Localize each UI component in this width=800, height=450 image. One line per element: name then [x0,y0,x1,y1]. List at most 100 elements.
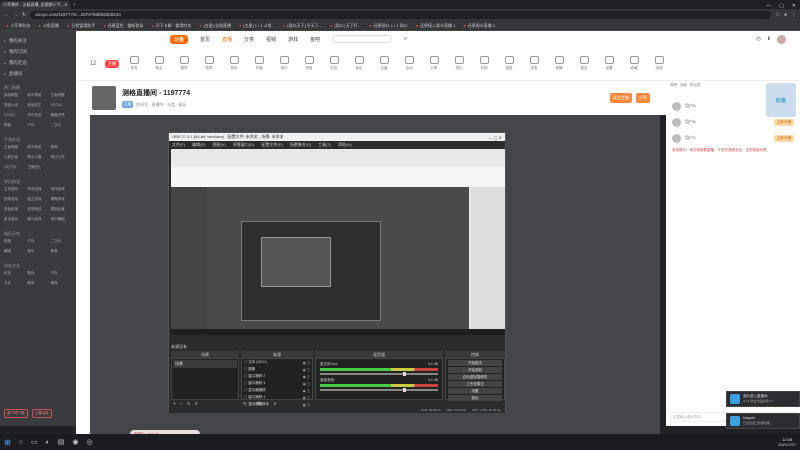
eye-icon[interactable]: ◉ ▢ [303,403,310,407]
sidebar-link[interactable]: 第五人格 [27,155,48,163]
nav-item[interactable]: 视频 [266,36,276,43]
nav-item[interactable]: 直播 [222,36,232,43]
toolbar-tool[interactable]: 鱼丸 [149,56,169,71]
sidebar-link[interactable]: 户外 [27,239,48,247]
status-badge[interactable]: 开播 [105,59,119,68]
obs-menu-item[interactable]: 视图(V) [212,142,225,148]
sidebar-link[interactable]: 汽车 [51,271,72,279]
sidebar-link[interactable]: 策略游戏 [51,197,72,205]
scene-item[interactable]: 场景 [173,360,237,368]
forward-icon[interactable]: → [13,12,18,18]
sidebar-link[interactable]: 和平精英 [27,145,48,153]
bookmark-item[interactable]: [五星] 1 / 1 斗鱼... [239,23,275,29]
new-tab-button[interactable]: + [70,1,80,9]
toolbar-tool[interactable]: 活动 [399,56,419,71]
eye-icon[interactable]: ◉ ▢ [303,382,310,386]
sidebar-link[interactable]: 模拟经营 [51,207,72,215]
sidebar-item[interactable]: 直播间 [4,68,72,79]
toolbar-tool[interactable]: 签到 [224,56,244,71]
avatar[interactable] [672,101,681,111]
explorer-icon[interactable]: ▤ [58,438,65,446]
sidebar-link[interactable]: 穿越火线 [4,103,25,111]
room-action-button[interactable]: 关注主播 [610,93,632,103]
rank-action-button[interactable]: 立即开通 [774,118,794,126]
sidebar-link[interactable]: 王者荣耀 [4,145,25,153]
nav-item[interactable]: 首页 [200,36,210,43]
rank-tab[interactable]: 粉丝团 [690,83,701,88]
obs-menu-item[interactable]: 场景集合(S) [290,142,311,148]
obs-preview[interactable] [171,149,505,329]
notification-toast[interactable]: Magnet 已激活窗口管理功能 [726,413,800,429]
search-input[interactable] [332,35,393,43]
history-icon[interactable]: ◷ [756,36,760,42]
bookmark-item[interactable]: 还原观众直播 1 [463,23,495,29]
sidebar-link[interactable]: 体育竞技 [27,207,48,215]
toolbar-tool[interactable]: 排行 [274,56,294,71]
obs-control-button[interactable]: 工作室模式 [448,381,502,387]
sidebar-link[interactable]: 二次元 [51,123,72,131]
bookmark-item[interactable]: 开下卡解 · 看得的东 [151,23,192,29]
sidebar-link[interactable]: 原神 [51,145,72,153]
remove-icon[interactable]: − [250,401,253,408]
sidebar-link[interactable]: 颜值 [4,239,25,247]
gear-icon[interactable]: ⚙ [257,401,261,408]
sidebar-link[interactable]: 音乐舞蹈 [51,217,72,225]
toolbar-tool[interactable]: 开播 [249,56,269,71]
nav-item[interactable]: 游戏 [288,36,298,43]
source-item[interactable]: 窗口捕获 4 ◉ ▢ [242,394,312,401]
toolbar-tool[interactable]: 竞猜 [549,56,569,71]
sidebar-link[interactable]: DOTA2 [51,103,72,111]
sidebar-link[interactable]: 户外 [27,123,48,131]
bookmark-item[interactable]: 还原接入观众直播 1 [416,23,455,29]
sidebar-link[interactable]: 绝地求生 [27,103,48,111]
rank-tab[interactable]: 贡献 [680,83,687,88]
toolbar-tool[interactable]: 主播 [374,56,394,71]
ad-banner[interactable]: 红鱼 [766,83,796,117]
close-icon[interactable]: ✕ [64,2,67,8]
source-item[interactable]: 文本 (GDI+) ◉ ▢ [242,359,312,366]
obs-window-controls[interactable]: — ▢ ✕ [489,135,502,140]
sidebar-link[interactable]: 和平精英 [27,93,48,101]
toolbar-tool[interactable]: 贵族 [299,56,319,71]
edge-icon[interactable]: ◐ [46,439,50,446]
toolbar-tool[interactable]: 粉丝 [349,56,369,71]
obs-icon[interactable]: ◎ [87,438,93,446]
sidebar-link[interactable]: 颜值 [4,123,25,131]
obs-control-button[interactable]: 设置 [448,388,502,394]
nav-item[interactable]: 分类 [244,36,254,43]
source-item[interactable]: 窗口捕获 2 ◉ ▢ [242,373,312,380]
eye-icon[interactable]: ◉ ▢ [303,375,310,379]
sidebar-item[interactable]: 我的订阅 [4,46,72,57]
sidebar-link[interactable]: QQ飞车 [4,165,25,173]
source-item[interactable]: 窗口捕获 3 ◉ ▢ [242,380,312,387]
download-icon[interactable]: ⬇ [767,36,771,42]
sidebar-link[interactable]: 主机游戏 [4,187,25,195]
browser-tab[interactable]: 小苹果杯 - 五级直播_伦妮斯人气... ✕ [0,1,70,9]
toolbar-tool[interactable]: 勋章 [199,56,219,71]
bookmark-item[interactable]: [五星] 全网直播 [199,23,231,29]
bookmark-item[interactable]: 还原蓝色 · 重新登录 [103,23,144,29]
toolbar-tool[interactable]: 抽奖 [499,56,519,71]
sidebar-link[interactable]: 独立游戏 [27,197,48,205]
eye-icon[interactable]: ◉ ▢ [303,389,310,393]
avatar[interactable] [672,117,681,127]
sidebar-link[interactable]: 萌宠 [51,281,72,289]
rank-action-button[interactable]: 立即开通 [774,134,794,142]
sidebar-item[interactable]: 我的关注 [4,35,72,46]
toolbar-tool[interactable]: 消息 [649,56,669,71]
search-icon[interactable]: ⌕ [404,36,407,42]
sidebar-link[interactable]: 英雄联盟 [4,93,25,101]
search-icon[interactable]: ○ [19,439,23,446]
clock[interactable]: 12:08 2021/7/27 [778,437,796,447]
sidebar-link[interactable]: 文化 [4,281,25,289]
down-icon[interactable]: ∨ [195,401,199,408]
up-icon[interactable]: ∧ [265,401,269,408]
toolbar-tool[interactable]: 更多 [574,56,594,71]
avatar[interactable] [777,34,786,44]
sidebar-link[interactable]: 科技 [4,271,25,279]
url-field[interactable]: douyu.com/1197774/...2074?9d5b9d29410 [30,11,772,19]
toolbar-tool[interactable]: 送礼 [449,56,469,71]
sidebar-bottom-button[interactable]: 主播招募 [31,409,52,418]
toolbar-tool[interactable]: 连麦 [524,56,544,71]
bookmark-item[interactable]: 斗鱼直播 [38,23,59,29]
